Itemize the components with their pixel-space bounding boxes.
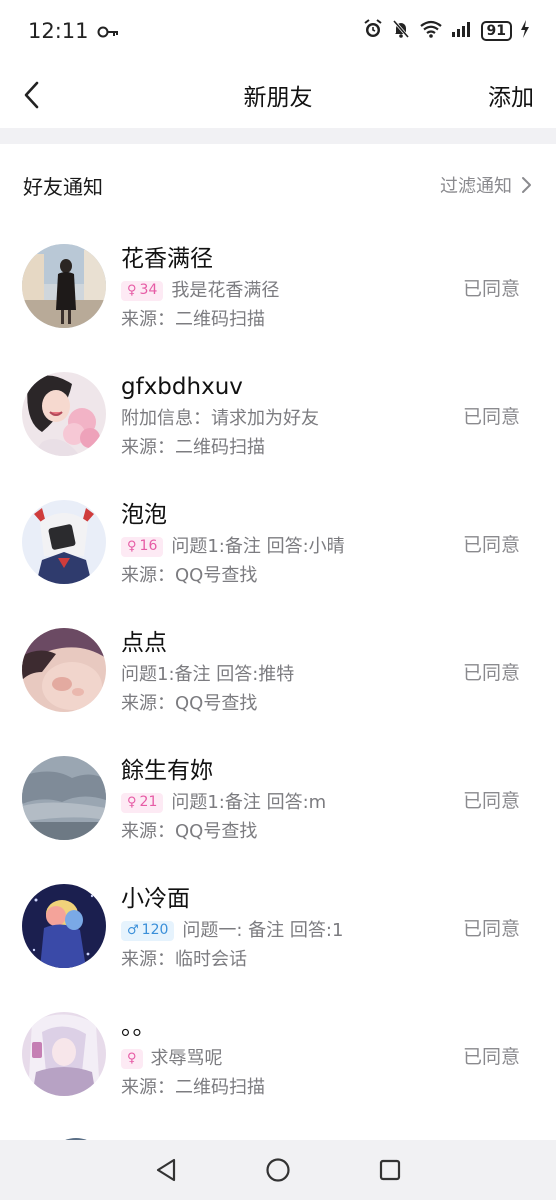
avatar[interactable] bbox=[22, 372, 106, 456]
status-label: 已同意 bbox=[462, 534, 520, 556]
male-icon: ♂ bbox=[127, 923, 139, 938]
request-source: 来源：QQ号查找 bbox=[121, 693, 258, 714]
status-label: 已同意 bbox=[462, 918, 520, 940]
request-message: 问题1:备注 回答:m bbox=[171, 792, 327, 813]
gender-age-badge: ♀ 16 bbox=[121, 536, 164, 557]
request-source: 来源：二维码扫描 bbox=[121, 437, 265, 458]
status-time: 12:11 bbox=[28, 19, 89, 43]
mute-bell-icon bbox=[391, 19, 411, 43]
female-icon: ♀ bbox=[127, 539, 137, 554]
friend-request-row[interactable]: 点点 问题1:备注 回答:推特 来源：QQ号查找 已同意 bbox=[0, 610, 556, 738]
back-button[interactable] bbox=[14, 77, 50, 113]
gender-badge: ♀ bbox=[121, 1048, 143, 1069]
status-label: 已同意 bbox=[462, 662, 520, 684]
signal-icon bbox=[451, 21, 473, 41]
recents-nav-button[interactable] bbox=[370, 1150, 410, 1190]
avatar[interactable] bbox=[22, 628, 106, 712]
battery-indicator: 91 bbox=[480, 21, 512, 41]
filter-label: 过滤通知 bbox=[440, 176, 512, 197]
friend-request-row[interactable]: 花香满径 ♀ 34 我是花香满径 来源：二维码扫描 已同意 bbox=[0, 226, 556, 354]
female-icon: ♀ bbox=[127, 1051, 137, 1066]
status-label: 已同意 bbox=[462, 790, 520, 812]
section-header: 好友通知 过滤通知 bbox=[0, 144, 556, 226]
divider bbox=[0, 128, 556, 144]
avatar[interactable] bbox=[22, 500, 106, 584]
status-label: 已同意 bbox=[462, 278, 520, 300]
system-nav-bar bbox=[0, 1140, 556, 1200]
request-source: 来源：临时会话 bbox=[121, 949, 247, 970]
filter-notifications-button[interactable]: 过滤通知 bbox=[440, 172, 532, 198]
request-message: 问题一: 备注 回答:1 bbox=[182, 920, 344, 941]
chevron-left-icon bbox=[24, 81, 39, 109]
status-bar: 12:11 91 bbox=[0, 0, 556, 62]
avatar[interactable] bbox=[22, 884, 106, 968]
contact-name: 。。 bbox=[121, 1014, 156, 1040]
request-message: 附加信息：请求加为好友 bbox=[121, 408, 319, 429]
contact-name: gfxbdhxuv bbox=[121, 374, 243, 400]
request-message: 问题1:备注 回答:小晴 bbox=[171, 536, 345, 557]
wifi-icon bbox=[419, 20, 443, 42]
request-message: 我是花香满径 bbox=[171, 280, 280, 301]
add-button[interactable]: 添加 bbox=[488, 78, 534, 112]
female-icon: ♀ bbox=[127, 795, 137, 810]
key-icon bbox=[97, 19, 119, 43]
request-message: 求辱骂呢 bbox=[150, 1048, 223, 1069]
home-nav-button[interactable] bbox=[258, 1150, 298, 1190]
triangle-back-icon bbox=[156, 1158, 176, 1182]
circle-home-icon bbox=[266, 1158, 290, 1182]
gender-age-badge: ♂ 120 bbox=[121, 920, 175, 941]
female-icon: ♀ bbox=[127, 283, 137, 298]
contact-name: 泡泡 bbox=[121, 502, 167, 528]
page-title: 新朋友 bbox=[243, 85, 313, 111]
contact-name: 餘生有妳 bbox=[121, 758, 213, 784]
gender-age-badge: ♀ 21 bbox=[121, 792, 164, 813]
square-recents-icon bbox=[379, 1159, 401, 1181]
friend-request-row[interactable]: gfxbdhxuv 附加信息：请求加为好友 来源：二维码扫描 已同意 bbox=[0, 354, 556, 482]
back-nav-button[interactable] bbox=[146, 1150, 186, 1190]
friend-request-list: 花香满径 ♀34 我是花香满径 来源：二维码扫描 已同意 gfxbdhxuv bbox=[0, 226, 556, 1122]
friend-request-row[interactable]: 。。 ♀ 求辱骂呢 来源：二维码扫描 已同意 bbox=[0, 994, 556, 1122]
request-source: 来源：二维码扫描 bbox=[121, 309, 265, 330]
charging-icon bbox=[520, 20, 530, 42]
friend-request-row[interactable]: 泡泡 ♀ 16 问题1:备注 回答:小晴 来源：QQ号查找 已同意 bbox=[0, 482, 556, 610]
section-title: 好友通知 bbox=[23, 174, 103, 199]
gender-age-badge: ♀ 34 bbox=[121, 280, 164, 301]
request-source: 来源：QQ号查找 bbox=[121, 565, 258, 586]
avatar[interactable] bbox=[22, 244, 106, 328]
request-source: 来源：QQ号查找 bbox=[121, 821, 258, 842]
status-label: 已同意 bbox=[462, 406, 520, 428]
request-message: 问题1:备注 回答:推特 bbox=[121, 664, 295, 685]
contact-name: 点点 bbox=[121, 630, 167, 656]
avatar[interactable] bbox=[22, 1012, 106, 1096]
contact-name: 小冷面 bbox=[121, 886, 190, 912]
alarm-icon bbox=[363, 19, 383, 43]
request-source: 来源：二维码扫描 bbox=[121, 1077, 265, 1098]
contact-name: 花香满径 bbox=[121, 246, 213, 272]
friend-request-row[interactable]: 餘生有妳 ♀ 21 问题1:备注 回答:m 来源：QQ号查找 已同意 bbox=[0, 738, 556, 866]
chevron-right-icon bbox=[522, 177, 531, 193]
status-label: 已同意 bbox=[462, 1046, 520, 1068]
avatar[interactable] bbox=[22, 756, 106, 840]
nav-bar: 新朋友 添加 bbox=[0, 62, 556, 128]
friend-request-row[interactable]: 小冷面 ♂ 120 问题一: 备注 回答:1 来源：临时会话 已同意 bbox=[0, 866, 556, 994]
